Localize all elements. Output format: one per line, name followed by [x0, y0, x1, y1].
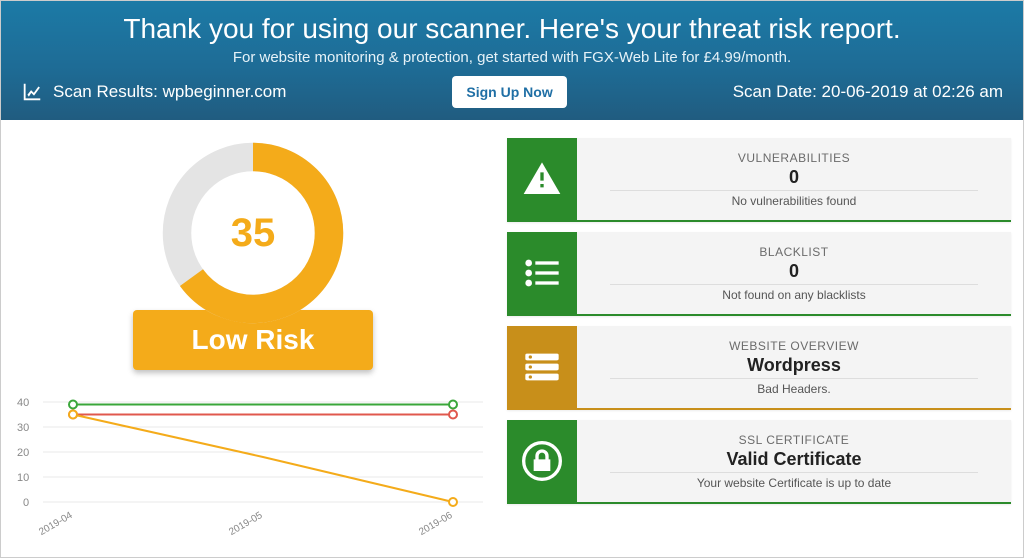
scan-results-label: Scan Results: wpbeginner.com — [53, 82, 286, 102]
svg-text:30: 30 — [17, 422, 29, 434]
vuln-title: VULNERABILITIES — [738, 151, 850, 165]
svg-text:20: 20 — [17, 447, 29, 459]
history-line-chart: 40 30 20 10 0 — [13, 382, 493, 547]
risk-gauge: 35 — [158, 138, 348, 328]
svg-text:40: 40 — [17, 397, 29, 409]
warning-triangle-icon — [507, 138, 577, 220]
report-subtitle: For website monitoring & protection, get… — [21, 49, 1003, 66]
report-title: Thank you for using our scanner. Here's … — [21, 13, 1003, 45]
vuln-note: No vulnerabilities found — [610, 190, 978, 208]
report-header: Thank you for using our scanner. Here's … — [1, 1, 1023, 120]
svg-text:2019-05: 2019-05 — [227, 510, 265, 538]
svg-text:10: 10 — [17, 472, 29, 484]
svg-text:0: 0 — [23, 497, 29, 509]
blacklist-value: 0 — [789, 261, 799, 282]
svg-text:2019-06: 2019-06 — [417, 510, 455, 538]
ssl-note: Your website Certificate is up to date — [610, 472, 978, 490]
blacklist-note: Not found on any blacklists — [610, 284, 978, 302]
trend-icon — [21, 81, 43, 103]
server-icon — [507, 326, 577, 408]
lock-shield-icon — [507, 420, 577, 502]
overview-card[interactable]: WEBSITE OVERVIEW Wordpress Bad Headers. — [507, 326, 1011, 410]
vuln-value: 0 — [789, 167, 799, 188]
signup-button[interactable]: Sign Up Now — [452, 76, 566, 108]
scan-date-label: Scan Date: 20-06-2019 at 02:26 am — [733, 82, 1003, 102]
overview-note: Bad Headers. — [610, 378, 978, 396]
ssl-title: SSL CERTIFICATE — [739, 433, 850, 447]
overview-title: WEBSITE OVERVIEW — [729, 339, 859, 353]
list-icon — [507, 232, 577, 314]
ssl-value: Valid Certificate — [726, 449, 861, 470]
svg-text:2019-04: 2019-04 — [37, 510, 75, 538]
risk-score: 35 — [158, 138, 348, 328]
vulnerabilities-card[interactable]: VULNERABILITIES 0 No vulnerabilities fou… — [507, 138, 1011, 222]
blacklist-title: BLACKLIST — [759, 245, 828, 259]
overview-value: Wordpress — [747, 355, 841, 376]
ssl-card[interactable]: SSL CERTIFICATE Valid Certificate Your w… — [507, 420, 1011, 504]
blacklist-card[interactable]: BLACKLIST 0 Not found on any blacklists — [507, 232, 1011, 316]
